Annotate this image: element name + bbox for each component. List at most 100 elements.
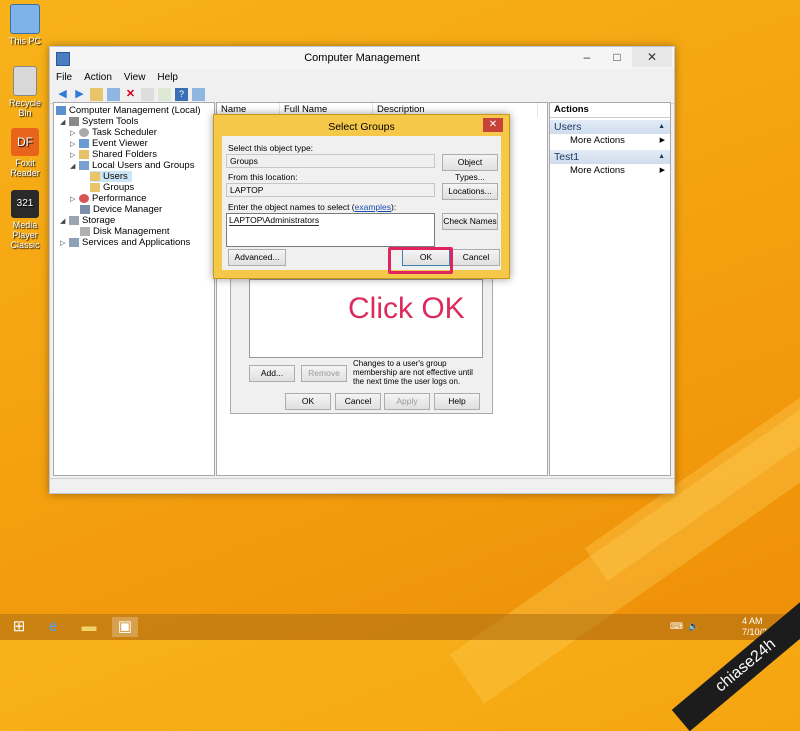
- services-icon: [69, 238, 79, 247]
- desktop-icon-media-player[interactable]: 321 Media Player Classic: [2, 190, 48, 250]
- tree-item-disk-management[interactable]: Disk Management: [80, 226, 170, 237]
- tree-item-device-manager[interactable]: Device Manager: [80, 204, 162, 215]
- start-button[interactable]: ⊞: [6, 617, 32, 637]
- tree-item-label: Shared Folders: [92, 149, 157, 160]
- instruction-annotation: Click OK: [348, 292, 465, 325]
- dialog-close-button[interactable]: ✕: [483, 118, 503, 132]
- tree-item-local-users-groups[interactable]: ◢ Local Users and Groups: [70, 160, 194, 171]
- tree-item-event-viewer[interactable]: ▷ Event Viewer: [70, 138, 148, 149]
- add-button[interactable]: Add...: [249, 365, 295, 382]
- tree-item-users[interactable]: Users: [90, 171, 132, 182]
- action-label: More Actions: [570, 135, 625, 146]
- delete-icon[interactable]: ✕: [124, 88, 137, 101]
- up-folder-icon[interactable]: [90, 87, 103, 101]
- collapse-up-icon: ▲: [658, 123, 665, 130]
- expand-icon[interactable]: ▷: [70, 195, 76, 203]
- tree-item-services-applications[interactable]: ▷ Services and Applications: [60, 237, 190, 248]
- clock-time[interactable]: 4 AM: [742, 616, 763, 626]
- object-names-input[interactable]: LAPTOP\Administrators: [226, 213, 435, 247]
- membership-note: Changes to a user's group membership are…: [353, 359, 473, 386]
- computer-icon: [10, 4, 40, 34]
- object-type-field: Groups: [226, 154, 435, 168]
- menu-action[interactable]: Action: [84, 72, 112, 83]
- desktop-icon-this-pc[interactable]: This PC: [2, 4, 48, 46]
- tree-item-performance[interactable]: ▷ Performance: [70, 193, 146, 204]
- title-bar[interactable]: Computer Management – □ ✕: [50, 47, 674, 69]
- expand-icon[interactable]: ▷: [70, 140, 76, 148]
- props-ok-button[interactable]: OK: [285, 393, 331, 410]
- cancel-button[interactable]: Cancel: [452, 249, 500, 266]
- forward-icon[interactable]: ▶: [73, 88, 86, 101]
- tree-item-groups[interactable]: Groups: [90, 182, 134, 193]
- properties-icon[interactable]: [141, 87, 154, 101]
- tree-item-shared-folders[interactable]: ▷ Shared Folders: [70, 149, 157, 160]
- actions-section-users[interactable]: Users ▲: [550, 120, 670, 134]
- maximize-button[interactable]: □: [604, 47, 630, 67]
- props-apply-button[interactable]: Apply: [384, 393, 430, 410]
- actions-pane: Actions Users ▲ More Actions ▶ Test1 ▲ M…: [549, 102, 671, 476]
- minimize-button[interactable]: –: [574, 47, 600, 67]
- show-hide-tree-icon[interactable]: [107, 87, 120, 101]
- menu-file[interactable]: File: [56, 72, 72, 83]
- menu-view[interactable]: View: [124, 72, 146, 83]
- desktop-icon-foxit[interactable]: DF Foxit Reader: [2, 128, 48, 178]
- computer-management-taskbar-icon[interactable]: ▣: [112, 617, 138, 637]
- props-cancel-button[interactable]: Cancel: [335, 393, 381, 410]
- help-icon[interactable]: ?: [175, 87, 188, 101]
- keyboard-icon[interactable]: ⌨: [670, 621, 683, 632]
- button-label: Apply: [396, 396, 418, 406]
- remove-button[interactable]: Remove: [301, 365, 347, 382]
- computer-management-icon: [56, 106, 66, 115]
- disk-icon: [80, 227, 90, 236]
- shared-folder-icon: [79, 150, 89, 159]
- tree-root[interactable]: Computer Management (Local): [56, 105, 200, 116]
- show-action-pane-icon[interactable]: [192, 87, 205, 101]
- internet-explorer-icon[interactable]: e: [40, 617, 66, 637]
- console-tree: Computer Management (Local) ◢ System Too…: [53, 102, 215, 476]
- menu-help[interactable]: Help: [157, 72, 178, 83]
- close-button[interactable]: ✕: [632, 47, 672, 67]
- action-more-actions[interactable]: More Actions ▶: [550, 134, 670, 148]
- label-text: ):: [391, 202, 397, 212]
- check-names-button[interactable]: Check Names: [442, 213, 498, 230]
- tree-item-label: Device Manager: [93, 204, 163, 215]
- dialog-body: Select this object type: Groups Object T…: [222, 136, 501, 270]
- expand-icon[interactable]: ▷: [70, 129, 76, 137]
- button-label: Advanced...: [234, 252, 280, 262]
- action-more-actions[interactable]: More Actions ▶: [550, 164, 670, 178]
- location-field: LAPTOP: [226, 183, 435, 197]
- expand-icon[interactable]: ▷: [70, 151, 76, 159]
- collapse-icon[interactable]: ◢: [60, 217, 66, 225]
- volume-icon[interactable]: 🔈: [688, 621, 699, 632]
- object-names-value: LAPTOP\Administrators: [229, 215, 320, 226]
- collapse-icon[interactable]: ◢: [70, 162, 76, 170]
- object-types-button[interactable]: Object Types...: [442, 154, 498, 182]
- folder-icon: [90, 172, 100, 181]
- desktop-icon-recycle-bin[interactable]: Recycle Bin: [2, 66, 48, 118]
- actions-section-test1[interactable]: Test1 ▲: [550, 150, 670, 164]
- storage-icon: [69, 216, 79, 225]
- tree-item-label: Services and Applications: [82, 237, 191, 248]
- examples-link[interactable]: examples: [355, 202, 391, 212]
- tree-item-task-scheduler[interactable]: ▷ Task Scheduler: [70, 127, 157, 138]
- tree-item-label: Users: [103, 171, 128, 182]
- advanced-button[interactable]: Advanced...: [228, 249, 286, 266]
- expand-icon[interactable]: ▷: [60, 239, 66, 247]
- desktop-icon-label: Recycle Bin: [8, 98, 41, 118]
- tree-item-label: System Tools: [82, 116, 139, 127]
- locations-button[interactable]: Locations...: [442, 183, 498, 200]
- collapse-icon[interactable]: ◢: [60, 118, 66, 126]
- tree-item-label: Performance: [92, 193, 147, 204]
- tree-item-storage[interactable]: ◢ Storage: [60, 215, 115, 226]
- button-label: Cancel: [462, 252, 490, 262]
- submenu-arrow-icon: ▶: [659, 167, 665, 174]
- props-help-button[interactable]: Help: [434, 393, 480, 410]
- export-icon[interactable]: [158, 87, 171, 101]
- tree-item-system-tools[interactable]: ◢ System Tools: [60, 116, 138, 127]
- file-explorer-icon[interactable]: ▬: [76, 617, 102, 637]
- button-label: Remove: [308, 368, 340, 378]
- media-player-icon: 321: [11, 190, 39, 218]
- button-label: OK: [301, 396, 315, 406]
- back-icon[interactable]: ◀: [56, 88, 69, 101]
- recycle-bin-icon: [13, 66, 37, 96]
